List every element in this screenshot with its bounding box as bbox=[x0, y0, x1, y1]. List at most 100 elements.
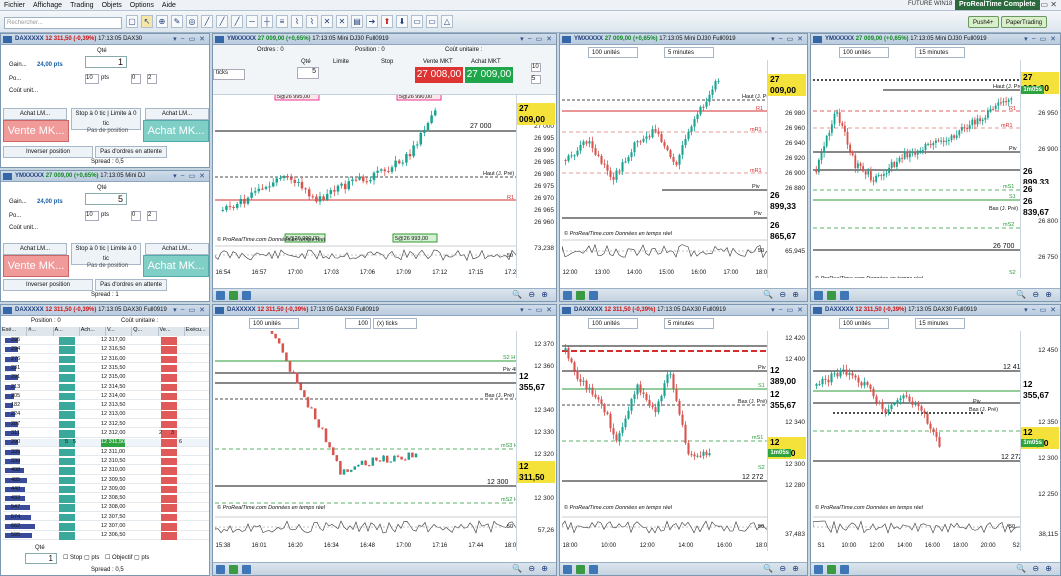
sell-column[interactable] bbox=[161, 476, 177, 484]
sell-column[interactable] bbox=[161, 513, 177, 522]
tool-icon[interactable] bbox=[242, 290, 251, 300]
panel-window-icons[interactable]: ▾ − ▭ ✕ bbox=[520, 34, 553, 44]
drawing-tool-icon[interactable]: △ bbox=[441, 15, 453, 28]
drawing-tool-icon[interactable]: ⊕ bbox=[156, 15, 168, 28]
inverser-position-button[interactable]: Inverser position bbox=[3, 146, 93, 158]
two-box[interactable]: 2 bbox=[147, 74, 157, 84]
tool-icon[interactable] bbox=[563, 290, 572, 300]
stop-tic-button[interactable]: Stop à 0 tic | Limite à 0 tic bbox=[71, 108, 141, 130]
drawing-tool-icon[interactable]: ▢ bbox=[126, 15, 138, 28]
sell-column[interactable] bbox=[161, 430, 177, 438]
period-select[interactable]: 5 minutes bbox=[664, 318, 714, 329]
dom-row[interactable]: 432 12 308,50 bbox=[3, 495, 209, 503]
zero-box[interactable]: 0 bbox=[131, 211, 141, 221]
tool-icon[interactable] bbox=[840, 290, 849, 300]
menu-affichage[interactable]: Affichage bbox=[33, 2, 62, 9]
sell-column[interactable] bbox=[161, 411, 177, 419]
dom-row[interactable]: 485 12 309,50 bbox=[3, 476, 209, 484]
tool-icon[interactable] bbox=[814, 290, 823, 300]
stop-tic-button[interactable]: Stop à 0 tic | Limite à 0 tic bbox=[71, 243, 141, 265]
units-select[interactable]: 100 unités bbox=[588, 318, 638, 329]
drawing-tool-icon[interactable]: ✕ bbox=[321, 15, 333, 28]
candlestick-chart[interactable]: Bas (J. Pré)Piv12 27212 412© ProRealTime… bbox=[813, 331, 1024, 551]
vente-mkt-button[interactable]: Vente MK... bbox=[3, 255, 69, 277]
period-select[interactable]: 15 minutes bbox=[915, 47, 965, 58]
buy-column[interactable] bbox=[59, 402, 75, 410]
menu-objets[interactable]: Objets bbox=[102, 2, 122, 9]
dom-row[interactable]: 182 12 313,50 bbox=[3, 402, 209, 410]
sell-column[interactable] bbox=[161, 355, 177, 364]
dom-row[interactable]: 224 12 313,00 bbox=[3, 411, 209, 419]
buy-column[interactable] bbox=[59, 364, 75, 373]
sell-column[interactable] bbox=[161, 439, 177, 447]
tool-icon[interactable] bbox=[840, 564, 849, 574]
qty-input[interactable]: 1 bbox=[25, 553, 57, 564]
drawing-tool-icon[interactable]: ─ bbox=[246, 15, 258, 28]
drawing-tool-icon[interactable]: ↖ bbox=[141, 15, 153, 28]
sell-column[interactable] bbox=[161, 383, 177, 391]
buy-column[interactable] bbox=[59, 337, 75, 345]
drawing-tool-icon[interactable]: ╱ bbox=[216, 15, 228, 28]
zoom-icons[interactable]: 🔍 ⊖ ⊕ bbox=[763, 564, 801, 573]
drawing-tool-icon[interactable]: ➔ bbox=[366, 15, 378, 28]
tool-icon[interactable] bbox=[216, 564, 225, 574]
panel-window-icons[interactable]: ▾ − ▭ ✕ bbox=[771, 34, 804, 44]
buy-column[interactable] bbox=[59, 532, 75, 540]
zoom-icons[interactable]: 🔍 ⊖ ⊕ bbox=[763, 290, 801, 299]
dom-row[interactable]: 294 12 316,50 bbox=[3, 346, 209, 354]
zoom-icons[interactable]: 🔍 ⊖ ⊕ bbox=[1016, 564, 1054, 573]
limit-ticks-box[interactable]: 5 bbox=[531, 75, 541, 84]
sell-column[interactable] bbox=[161, 532, 177, 540]
dom-row[interactable]: 213 12 314,50 bbox=[3, 383, 209, 391]
sell-column[interactable] bbox=[161, 374, 177, 382]
panel-window-icons[interactable]: ▾ − ▭ ✕ bbox=[1024, 305, 1057, 315]
qty-input[interactable]: 5 bbox=[85, 193, 127, 205]
tool-icon[interactable] bbox=[242, 564, 251, 574]
tool-icon[interactable] bbox=[589, 290, 598, 300]
sell-column[interactable] bbox=[161, 337, 177, 345]
buy-column[interactable] bbox=[59, 504, 75, 512]
stop-box[interactable]: 10 bbox=[85, 74, 99, 84]
drawing-tool-icon[interactable]: ▭ bbox=[426, 15, 438, 28]
drawing-tool-icon[interactable]: ⬇ bbox=[396, 15, 408, 28]
units-select[interactable]: 100 unités bbox=[839, 318, 889, 329]
ticks-select[interactable]: ticks bbox=[213, 69, 245, 80]
push-button[interactable]: Push4+ bbox=[968, 16, 999, 28]
drawing-tool-icon[interactable]: ╱ bbox=[231, 15, 243, 28]
sell-column[interactable] bbox=[161, 420, 177, 429]
buy-column[interactable] bbox=[59, 513, 75, 522]
dom-row[interactable]: 276 12 316,00 bbox=[3, 355, 209, 364]
sell-column[interactable] bbox=[161, 495, 177, 503]
buy-column[interactable] bbox=[59, 457, 75, 466]
dom-row[interactable]: 574 12 307,50 bbox=[3, 513, 209, 522]
buy-column[interactable] bbox=[59, 383, 75, 391]
buy-column[interactable] bbox=[59, 411, 75, 419]
sell-column[interactable] bbox=[161, 504, 177, 512]
tool-icon[interactable] bbox=[589, 564, 598, 574]
drawing-tool-icon[interactable]: ◎ bbox=[186, 15, 198, 28]
tool-icon[interactable] bbox=[827, 564, 836, 574]
sell-column[interactable] bbox=[161, 346, 177, 354]
tool-icon[interactable] bbox=[576, 564, 585, 574]
dom-row[interactable]: 287 12 312,50 bbox=[3, 420, 209, 429]
drawing-tool-icon[interactable]: ⬆ bbox=[381, 15, 393, 28]
buy-column[interactable] bbox=[59, 346, 75, 354]
search-input[interactable]: Rechercher... bbox=[4, 17, 122, 29]
candlestick-chart[interactable]: Haut (J. Pré)R1mR1PivmS1S1Bas (J. Pré)mS… bbox=[813, 60, 1024, 278]
period-select[interactable]: (x) ticks bbox=[373, 318, 417, 329]
dom-row[interactable]: 335 12 311,00 bbox=[3, 448, 209, 457]
tool-icon[interactable] bbox=[216, 290, 225, 300]
stop-checkbox[interactable]: ☐ Stop ▢ pts bbox=[63, 554, 99, 561]
panel-window-icons[interactable]: ▾ − ▭ ✕ bbox=[173, 34, 206, 44]
dom-row[interactable]: 547 12 308,00 bbox=[3, 504, 209, 512]
drawing-tool-icon[interactable]: ▤ bbox=[351, 15, 363, 28]
zoom-icons[interactable]: 🔍 ⊖ ⊕ bbox=[512, 564, 550, 573]
drawing-tool-icon[interactable]: ✎ bbox=[171, 15, 183, 28]
sell-column[interactable] bbox=[161, 457, 177, 466]
drawing-tool-icon[interactable]: ╱ bbox=[201, 15, 213, 28]
buy-column[interactable] bbox=[59, 523, 75, 531]
dom-row[interactable]: 595 12 306,50 bbox=[3, 532, 209, 540]
buy-column[interactable] bbox=[59, 355, 75, 364]
buy-column[interactable] bbox=[59, 467, 75, 475]
achat-lm2-button[interactable]: Achat LM... bbox=[145, 108, 209, 120]
